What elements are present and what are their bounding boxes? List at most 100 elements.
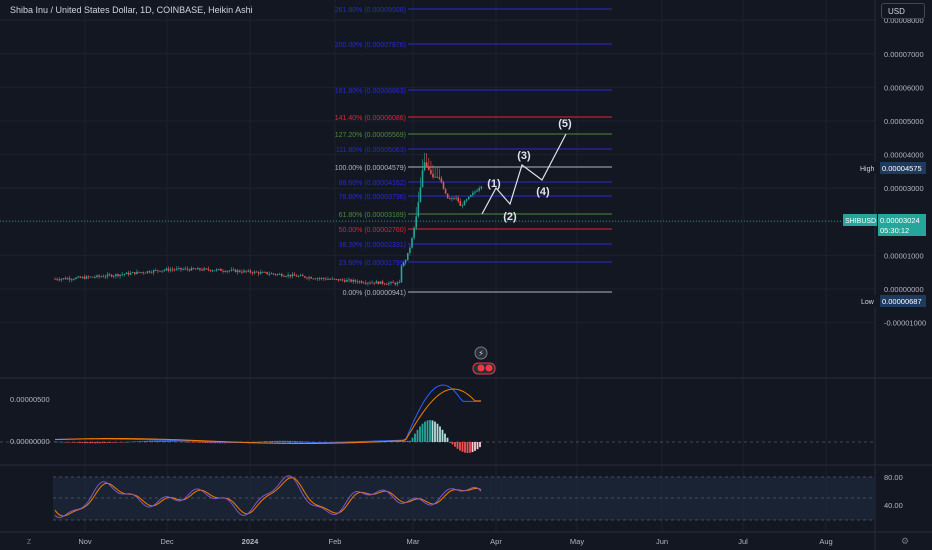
- candle-body: [115, 274, 117, 276]
- macd-histogram-bar: [434, 421, 436, 442]
- candle-body: [283, 276, 285, 277]
- price-tick-label: -0.00001000: [884, 319, 926, 328]
- macd-histogram-bar: [74, 442, 76, 443]
- candle-body: [89, 276, 92, 278]
- candle-body: [266, 272, 268, 275]
- macd-histogram-bar: [264, 441, 266, 442]
- candle-body: [211, 270, 214, 272]
- fib-level-label: 161.80% (0.00006863): [335, 88, 406, 95]
- macd-histogram-bar: [406, 440, 409, 442]
- candle-body: [73, 279, 75, 280]
- candle-body: [144, 272, 147, 274]
- timezone-icon[interactable]: Z: [27, 539, 32, 546]
- macd-histogram-bar: [171, 441, 174, 442]
- gear-icon[interactable]: ⚙: [901, 536, 909, 546]
- macd-histogram-bar: [116, 442, 119, 443]
- candle-body: [348, 279, 350, 281]
- candle-body: [373, 282, 375, 284]
- candle-body: [110, 274, 113, 277]
- macd-histogram-bar: [204, 442, 206, 443]
- candle-body: [474, 191, 476, 193]
- candle-body: [56, 278, 58, 280]
- candle-body: [245, 270, 247, 272]
- macd-histogram-bar: [169, 441, 171, 442]
- candle-body: [329, 279, 331, 280]
- candle-body: [176, 268, 178, 270]
- candle-body: [392, 282, 394, 283]
- candle-body: [432, 173, 434, 178]
- macd-histogram-bar: [426, 420, 429, 442]
- macd-histogram-bar: [101, 442, 104, 444]
- elliott-wave-path[interactable]: (1) (2) (3) (4) (5) ⚡: [472, 118, 572, 375]
- candle-body: [276, 274, 279, 275]
- macd-histogram-bar: [56, 441, 59, 443]
- candle-body: [444, 189, 447, 194]
- candle-body: [64, 278, 67, 280]
- candle-body: [470, 194, 472, 197]
- macd-histogram-bar: [151, 440, 154, 442]
- candle-body: [478, 188, 480, 191]
- macd-histogram-bar: [54, 441, 56, 443]
- candle-body: [423, 162, 426, 171]
- candle-body: [182, 269, 184, 270]
- candle-body: [360, 281, 363, 283]
- price-tick-label: 0.00005000: [884, 117, 924, 126]
- candle-body: [66, 278, 69, 280]
- candle-body: [331, 278, 333, 280]
- candle-body: [257, 272, 260, 274]
- macd-histogram-bar: [69, 442, 71, 443]
- price-tick-label: 0.00003000: [884, 184, 924, 193]
- candle-body: [346, 280, 348, 282]
- macd-histogram-bar: [156, 440, 159, 442]
- candle-body: [136, 271, 138, 275]
- macd-histogram-bar: [139, 441, 141, 442]
- macd-histogram-bar: [189, 442, 191, 443]
- candle-body: [209, 269, 212, 271]
- macd-histogram-bar: [106, 442, 109, 443]
- candle-body: [278, 274, 281, 275]
- candle-body: [167, 268, 170, 271]
- candle-body: [171, 269, 174, 271]
- macd-histogram-bar: [469, 442, 471, 453]
- macd-histogram-bar: [299, 441, 301, 442]
- candle-body: [440, 178, 443, 183]
- macd-histogram-bar: [81, 442, 84, 443]
- macd-histogram-bar: [59, 441, 61, 443]
- candle-body: [430, 170, 432, 174]
- fibonacci-extension[interactable]: 261.80% (0.00009508) 200.00% (0.00007876)…: [0, 7, 875, 297]
- macd-histogram-bar: [119, 442, 121, 443]
- candle-body: [375, 281, 378, 284]
- candle-body: [295, 275, 298, 277]
- candle-body: [451, 198, 453, 200]
- macd-histogram-bar: [444, 433, 446, 442]
- candle-body: [299, 275, 302, 277]
- candle-body: [379, 281, 382, 284]
- candle-body: [415, 216, 417, 228]
- high-value: 0.00004575: [882, 164, 922, 173]
- candle-body: [320, 277, 323, 279]
- wave-label: (5): [558, 118, 572, 130]
- currency-select[interactable]: USD: [881, 3, 925, 19]
- candle-body: [207, 268, 210, 270]
- macd-histogram-bar: [464, 442, 466, 453]
- candle-body: [131, 272, 134, 274]
- candle-body: [274, 274, 277, 275]
- chart-canvas[interactable]: 261.80% (0.00009508) 200.00% (0.00007876)…: [0, 0, 932, 550]
- candle-body: [127, 272, 130, 275]
- macd-histogram-bar: [276, 440, 279, 442]
- macd-histogram-bar: [109, 442, 111, 443]
- macd-histogram-bar: [284, 440, 286, 442]
- candle-body: [253, 271, 256, 274]
- macd-histogram-bar: [454, 442, 456, 447]
- macd-histogram-bar: [76, 442, 79, 443]
- rsi-pane: [53, 475, 875, 521]
- candle-body: [354, 279, 357, 282]
- events-icon: [477, 364, 485, 372]
- candle-body: [388, 282, 390, 285]
- candle-body: [325, 278, 327, 280]
- candle-body: [480, 186, 483, 189]
- fib-level-label: 141.40% (0.00006086): [335, 115, 406, 122]
- macd-histogram-bar: [174, 441, 176, 442]
- candle-body: [121, 274, 123, 276]
- candle-body: [310, 277, 312, 279]
